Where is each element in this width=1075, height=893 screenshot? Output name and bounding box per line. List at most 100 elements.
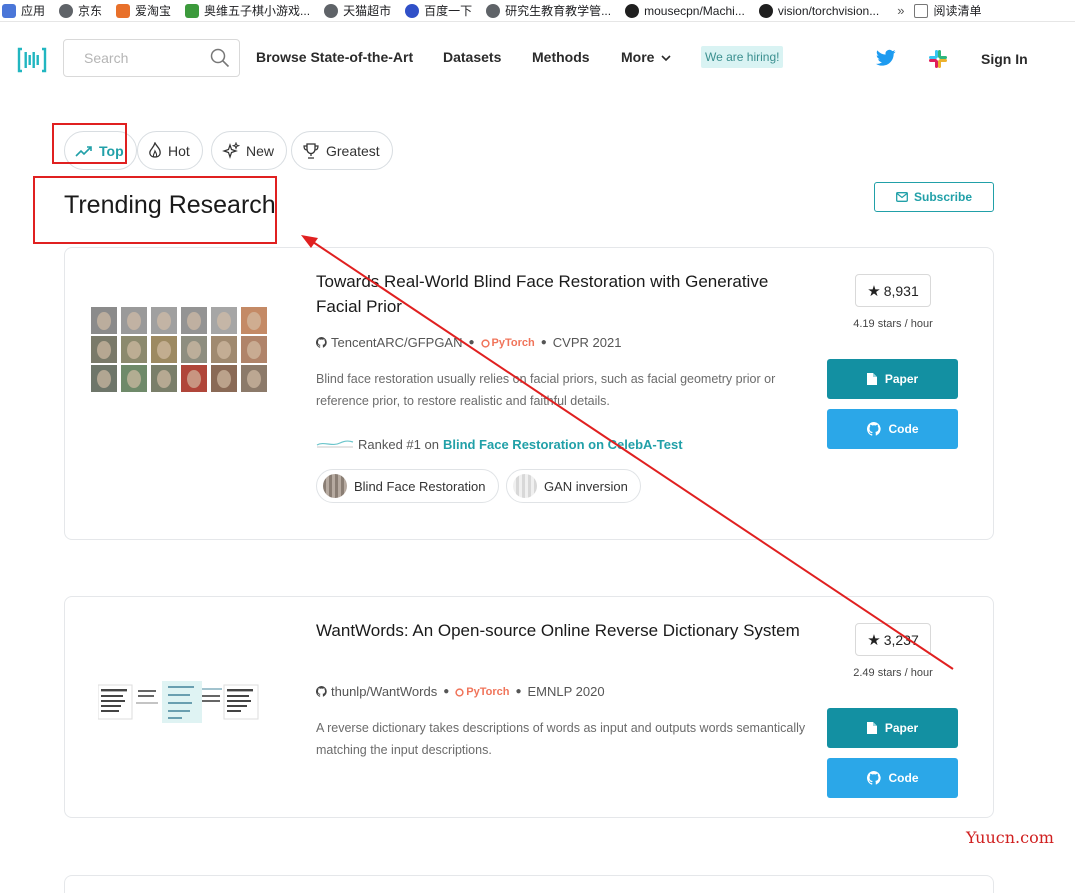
hiring-badge[interactable]: We are hiring! (701, 46, 784, 68)
paper-abstract: Blind face restoration usually relies on… (316, 372, 776, 408)
annotation-box-title (33, 176, 277, 244)
paper-title-link[interactable]: Towards Real-World Blind Face Restoratio… (316, 269, 801, 319)
paper-button-label: Paper (884, 372, 919, 386)
globe-icon (324, 3, 339, 18)
bookmark-tmall[interactable]: 天猫超市 (324, 2, 391, 19)
github-icon (316, 337, 327, 348)
papers-with-code-logo[interactable] (17, 47, 47, 73)
taobao-icon (116, 3, 131, 18)
nav-more-dropdown[interactable]: More (621, 49, 671, 65)
reading-list-icon (914, 3, 929, 18)
paper-thumbnail[interactable] (89, 305, 271, 399)
framework-label: PyTorch (491, 336, 535, 349)
paper-thumbnail[interactable] (98, 681, 260, 723)
paper-abstract: A reverse dictionary takes descriptions … (316, 721, 806, 757)
stars-per-hour: 2.49 stars / hour (853, 667, 933, 679)
bookmark-yanjiusheng[interactable]: 研究生教育教学管... (486, 2, 611, 19)
nav-more-label: More (621, 49, 655, 65)
twitter-icon[interactable] (876, 49, 896, 67)
bookmark-torchvision[interactable]: vision/torchvision... (758, 3, 879, 18)
github-icon (866, 771, 881, 785)
star-count-badge: ★ 3,237 (855, 623, 931, 656)
search-input[interactable] (84, 40, 214, 76)
trophy-icon (303, 142, 319, 159)
meta-separator: ● (443, 686, 450, 697)
code-button-label: Code (888, 771, 919, 785)
venue-label: EMNLP 2020 (527, 684, 605, 699)
star-icon: ★ (867, 631, 881, 649)
game-icon (185, 3, 200, 18)
ranking-link[interactable]: Blind Face Restoration on CelebA-Test (443, 437, 683, 452)
filter-greatest[interactable]: Greatest (291, 131, 393, 170)
reading-list-button[interactable]: 阅读清单 (914, 2, 981, 19)
github-icon (866, 422, 881, 436)
paper-title-link[interactable]: WantWords: An Open-source Online Reverse… (316, 618, 801, 643)
ranking-info: Ranked #1 on Blind Face Restoration on C… (316, 435, 683, 453)
document-icon (866, 722, 877, 734)
site-navbar: Browse State-of-the-Art Datasets Methods… (0, 22, 1075, 94)
slack-icon[interactable] (928, 49, 948, 69)
filter-new[interactable]: New (211, 131, 288, 170)
flame-icon (149, 141, 161, 158)
nav-datasets[interactable]: Datasets (443, 49, 501, 65)
annotation-box-top-filter (52, 123, 127, 164)
leaderboard-sparkline-icon (316, 440, 354, 448)
paper-card: WantWords: An Open-source Online Reverse… (64, 596, 994, 818)
pytorch-badge: PyTorch (480, 336, 535, 349)
paper-button-label: Paper (884, 721, 919, 735)
star-icon: ★ (867, 282, 881, 300)
globe-icon (59, 3, 74, 18)
filter-hot-label: Hot (168, 142, 190, 159)
paper-meta: TencentARC/GFPGAN ● PyTorch ● CVPR 2021 (316, 335, 621, 350)
task-tag-label: Blind Face Restoration (354, 478, 486, 494)
meta-separator: ● (515, 686, 522, 697)
subscribe-button[interactable]: Subscribe (874, 182, 994, 212)
bookmark-mousecpn[interactable]: mousecpn/Machi... (625, 3, 745, 18)
watermark-text: Yuucn.com (966, 828, 1054, 847)
bookmarks-bar: 应用 京东 爱淘宝 奥维五子棋小游戏... 天猫超市 百度一下 研究生教育教学管… (0, 0, 1075, 22)
apps-icon (2, 3, 16, 18)
ranked-prefix: Ranked #1 on (358, 436, 439, 452)
globe-icon (486, 3, 501, 18)
baidu-paw-icon (405, 3, 420, 18)
code-button[interactable]: Code (827, 409, 958, 449)
task-tag-label: GAN inversion (544, 478, 628, 494)
repo-link[interactable]: thunlp/WantWords (331, 684, 437, 699)
sparkles-icon (222, 141, 240, 159)
repo-link[interactable]: TencentARC/GFPGAN (331, 335, 463, 350)
code-button-label: Code (888, 422, 919, 436)
sign-in-link[interactable]: Sign In (981, 51, 1028, 67)
framework-label: PyTorch (466, 685, 510, 698)
search-box[interactable] (63, 39, 240, 77)
task-thumbnail (323, 474, 347, 498)
bookmark-jd[interactable]: 京东 (59, 2, 102, 19)
paper-card: Towards Real-World Blind Face Restoratio… (64, 247, 994, 540)
bookmark-baidu[interactable]: 百度一下 (405, 2, 472, 19)
task-tag[interactable]: GAN inversion (506, 469, 641, 503)
paper-card (64, 875, 994, 893)
star-count: 3,237 (883, 631, 919, 648)
stars-per-hour: 4.19 stars / hour (853, 318, 933, 330)
star-count-badge: ★ 8,931 (855, 274, 931, 307)
paper-button[interactable]: Paper (827, 359, 958, 399)
task-thumbnail (513, 474, 537, 498)
search-icon[interactable] (210, 48, 230, 68)
filter-hot[interactable]: Hot (137, 131, 203, 170)
task-tag[interactable]: Blind Face Restoration (316, 469, 499, 503)
meta-separator: ● (468, 337, 475, 348)
chevron-down-icon (661, 55, 671, 62)
paper-button[interactable]: Paper (827, 708, 958, 748)
filter-greatest-label: Greatest (326, 142, 380, 159)
nav-browse-sota[interactable]: Browse State-of-the-Art (256, 49, 413, 65)
bookmark-aitaobao[interactable]: 爱淘宝 (116, 2, 171, 19)
venue-label: CVPR 2021 (552, 335, 622, 350)
code-button[interactable]: Code (827, 758, 958, 798)
bookmark-wuziqi[interactable]: 奥维五子棋小游戏... (185, 2, 310, 19)
paper-meta: thunlp/WantWords ● PyTorch ● EMNLP 2020 (316, 684, 605, 699)
bookmark-apps[interactable]: 应用 (2, 2, 45, 19)
meta-separator: ● (540, 337, 547, 348)
bookmarks-overflow-button[interactable]: » (897, 3, 904, 18)
pytorch-icon (455, 687, 464, 697)
subscribe-label: Subscribe (913, 190, 973, 204)
nav-methods[interactable]: Methods (532, 49, 590, 65)
